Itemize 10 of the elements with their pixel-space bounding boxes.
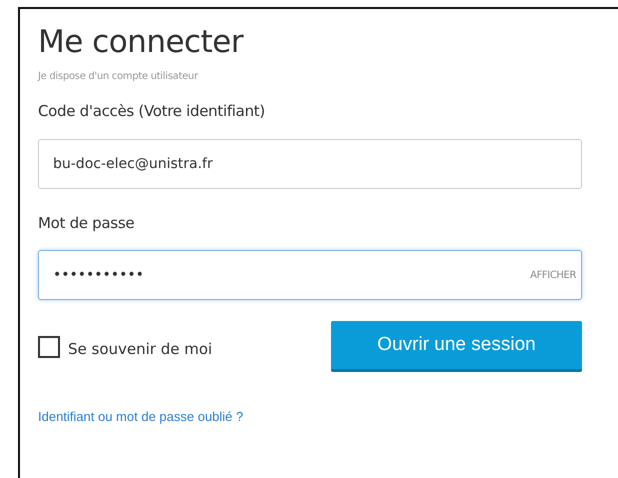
input-field[interactable]: bu-doc-elec@unistra.fr	[38, 138, 582, 189]
field-label: Code d'accès (Votre identifiant)	[38, 101, 266, 122]
show-password-link[interactable]: AFFICHER	[530, 268, 576, 284]
checkbox-label: Se souvenir de moi	[68, 339, 212, 360]
field-label: Mot de passe	[38, 212, 136, 234]
checkbox[interactable]	[38, 336, 60, 358]
subtitle: Je dispose d'un compte utilisateur	[38, 70, 200, 84]
forgot-password-link[interactable]: Identifiant ou mot de passe oublié ?	[38, 409, 244, 424]
submit-button[interactable]: Ouvrir une session	[331, 321, 582, 372]
page-title: Me connecter	[38, 25, 245, 60]
